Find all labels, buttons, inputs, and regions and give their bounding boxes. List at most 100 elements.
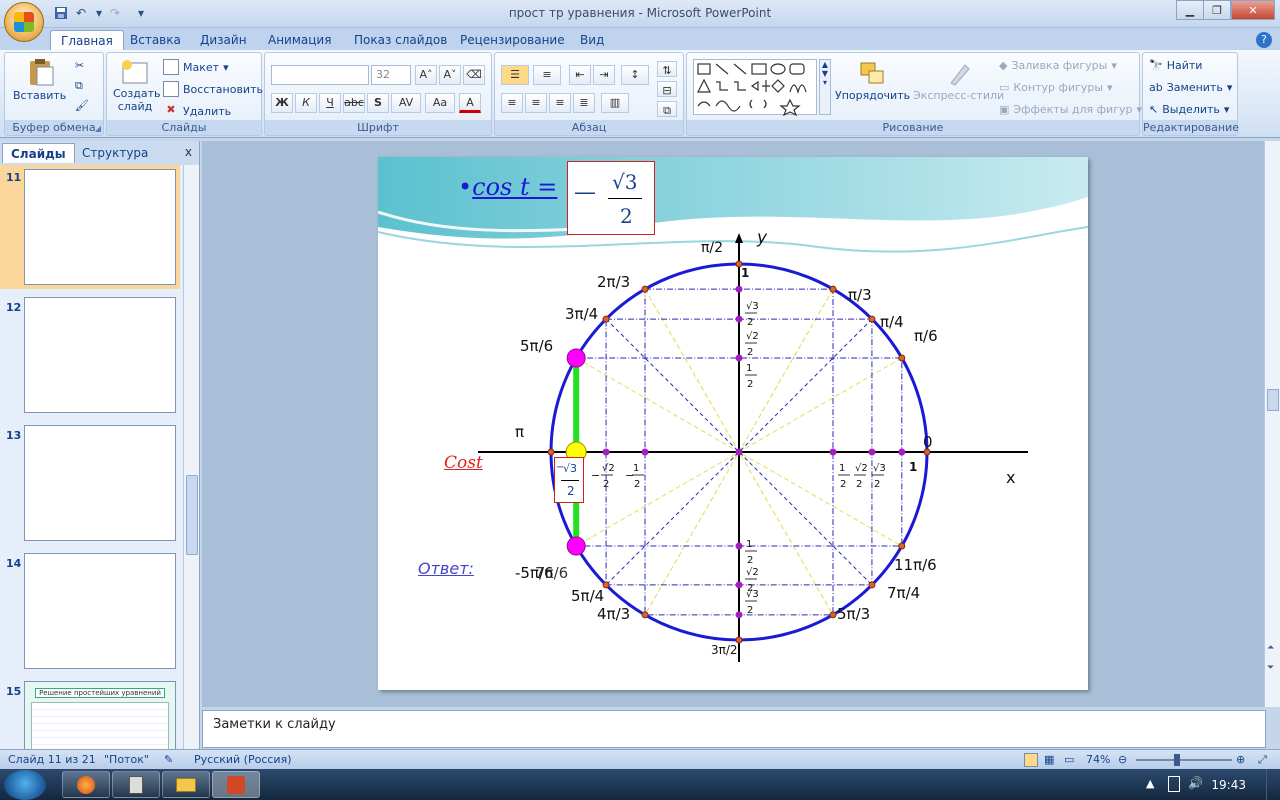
firefox-icon[interactable] bbox=[62, 771, 110, 798]
slide-thumbnail-13[interactable] bbox=[24, 425, 176, 541]
status-bar: Слайд 11 из 21 "Поток" ✎ Русский (Россия… bbox=[0, 749, 1280, 769]
label-7pi6: 7π/6 bbox=[535, 564, 568, 582]
tab-home[interactable]: Главная bbox=[50, 30, 124, 50]
tab-slideshow[interactable]: Показ слайдов bbox=[344, 30, 457, 50]
office-button[interactable] bbox=[4, 2, 44, 42]
shape-effects-button[interactable]: ▣ Эффекты для фигур ▾ bbox=[999, 103, 1142, 116]
new-slide-button[interactable]: Создать слайд bbox=[113, 57, 161, 113]
tray-arrow-icon[interactable]: ▲ bbox=[1146, 777, 1154, 790]
calculator-icon[interactable] bbox=[112, 771, 160, 798]
scroll-thumb[interactable] bbox=[186, 475, 198, 555]
delete-slide-button[interactable]: ✖ Удалить bbox=[163, 103, 231, 119]
powerpoint-icon[interactable] bbox=[212, 771, 260, 798]
slide-thumbnail-15[interactable]: Решение простейших уравнений bbox=[24, 681, 176, 749]
smartart-button[interactable]: ⧉ bbox=[657, 101, 677, 117]
copy-icon[interactable]: ⧉ bbox=[75, 79, 83, 93]
help-icon[interactable]: ? bbox=[1256, 32, 1272, 48]
frac-y-sqrt3-den: 2 bbox=[747, 317, 753, 328]
line-spacing-button[interactable]: ↕ bbox=[621, 65, 649, 85]
tab-slides[interactable]: Слайды bbox=[2, 143, 75, 163]
normal-view-icon[interactable] bbox=[1024, 753, 1038, 767]
decrease-indent-button[interactable]: ⇤ bbox=[569, 65, 591, 85]
justify-button[interactable]: ≣ bbox=[573, 93, 595, 113]
underline-button[interactable]: Ч bbox=[319, 93, 341, 113]
align-left-button[interactable]: ≡ bbox=[501, 93, 523, 113]
layout-button[interactable]: Макет ▾ bbox=[163, 59, 229, 75]
fit-slide-icon[interactable]: ⤢ bbox=[1258, 753, 1267, 767]
select-button[interactable]: ↖ Выделить ▾ bbox=[1149, 103, 1229, 116]
find-button[interactable]: 🔭 Найти bbox=[1149, 59, 1202, 72]
shape-fill-button[interactable]: ◆ Заливка фигуры ▾ bbox=[999, 59, 1117, 72]
shadow-button[interactable]: S bbox=[367, 93, 389, 113]
bold-button[interactable]: Ж bbox=[271, 93, 293, 113]
clipboard-launcher-icon[interactable]: ◢ bbox=[95, 124, 101, 133]
tray-device-icon[interactable] bbox=[1168, 776, 1180, 792]
slide-thumbnail-12[interactable] bbox=[24, 297, 176, 413]
slide-thumbnail-11[interactable] bbox=[24, 169, 176, 285]
align-center-button[interactable]: ≡ bbox=[525, 93, 547, 113]
zoom-in-icon[interactable]: ⊕ bbox=[1236, 753, 1245, 766]
neg-sqrt3-over-2-box: − √3 2 bbox=[554, 457, 584, 503]
spellcheck-icon[interactable]: ✎ bbox=[164, 753, 173, 766]
tab-review[interactable]: Рецензирование bbox=[450, 30, 575, 50]
slides-pane-scrollbar[interactable] bbox=[183, 165, 199, 749]
language[interactable]: Русский (Россия) bbox=[194, 753, 292, 766]
slide-thumbnail-14[interactable] bbox=[24, 553, 176, 669]
close-button[interactable]: ✕ bbox=[1231, 0, 1275, 20]
maximize-button[interactable]: ❐ bbox=[1203, 0, 1231, 20]
spacing-button[interactable]: AV bbox=[391, 93, 421, 113]
editor-scrollbar[interactable]: ⏶ ⏷ bbox=[1264, 141, 1280, 707]
bullets-button[interactable]: ☰ bbox=[501, 65, 529, 85]
slide-canvas[interactable]: y x π/2 3π/2 π 0 1 1 π/3 π/4 π/6 2π/3 3π/4 5π/6 11π/6 7… bbox=[378, 157, 1088, 690]
outline-icon: ▭ bbox=[999, 81, 1010, 94]
align-text-button[interactable]: ⊟ bbox=[657, 81, 677, 97]
slides-pane: Слайды Структура x 11 12 13 14 15 Решени… bbox=[0, 141, 200, 749]
zoom-level[interactable]: 74% bbox=[1086, 753, 1110, 766]
shapes-gallery[interactable] bbox=[693, 59, 817, 117]
paste-button[interactable]: Вставить bbox=[13, 57, 66, 102]
tab-outline[interactable]: Структура bbox=[74, 143, 156, 163]
font-size-input[interactable]: 32 bbox=[371, 65, 411, 85]
minimize-button[interactable]: ▁ bbox=[1176, 0, 1204, 20]
explorer-icon[interactable] bbox=[162, 771, 210, 798]
cut-icon[interactable]: ✂ bbox=[75, 59, 84, 72]
shape-outline-button[interactable]: ▭ Контур фигуры ▾ bbox=[999, 81, 1113, 94]
case-button[interactable]: Aa bbox=[425, 93, 455, 113]
arrange-button[interactable]: Упорядочить bbox=[835, 57, 910, 102]
shrink-font-button[interactable]: A˅ bbox=[439, 65, 461, 85]
font-name-input[interactable] bbox=[271, 65, 369, 85]
align-right-button[interactable]: ≡ bbox=[549, 93, 571, 113]
fraction-bar bbox=[608, 198, 642, 199]
show-desktop-button[interactable] bbox=[1266, 769, 1280, 800]
columns-button[interactable]: ▥ bbox=[601, 93, 629, 113]
slide-sorter-icon[interactable]: ▦ bbox=[1044, 753, 1054, 766]
text-direction-button[interactable]: ⇅ bbox=[657, 61, 677, 77]
tab-insert[interactable]: Вставка bbox=[120, 30, 191, 50]
zoom-slider[interactable] bbox=[1136, 759, 1232, 761]
prev-slide-icon[interactable]: ⏶ bbox=[1267, 643, 1274, 653]
notes-pane[interactable]: Заметки к слайду bbox=[202, 710, 1266, 748]
clear-format-button[interactable]: ⌫ bbox=[463, 65, 485, 85]
reset-button[interactable]: Восстановить bbox=[163, 81, 263, 97]
increase-indent-button[interactable]: ⇥ bbox=[593, 65, 615, 85]
strikethrough-button[interactable]: abc bbox=[343, 93, 365, 113]
start-button[interactable] bbox=[4, 770, 46, 800]
next-slide-icon[interactable]: ⏷ bbox=[1267, 663, 1274, 673]
format-painter-icon[interactable]: 🖌 bbox=[75, 99, 89, 112]
tab-view[interactable]: Вид bbox=[570, 30, 614, 50]
tab-design[interactable]: Дизайн bbox=[190, 30, 257, 50]
quick-styles-button[interactable]: Экспресс-стили bbox=[913, 57, 1004, 102]
shapes-gallery-more-icon[interactable]: ▲ ▼ ▾ bbox=[819, 59, 831, 115]
volume-icon[interactable]: 🔊 bbox=[1188, 776, 1203, 790]
italic-button[interactable]: К bbox=[295, 93, 317, 113]
grow-font-button[interactable]: A˄ bbox=[415, 65, 437, 85]
slideshow-icon[interactable]: ▭ bbox=[1064, 753, 1074, 766]
tab-animation[interactable]: Анимация bbox=[258, 30, 341, 50]
zoom-out-icon[interactable]: ⊖ bbox=[1118, 753, 1127, 766]
editor-scroll-thumb[interactable] bbox=[1267, 389, 1279, 411]
numbering-button[interactable]: ≡ bbox=[533, 65, 561, 85]
pane-close-icon[interactable]: x bbox=[185, 145, 192, 159]
font-color-button[interactable]: A bbox=[459, 93, 481, 113]
replace-button[interactable]: ab Заменить ▾ bbox=[1149, 81, 1232, 94]
zoom-slider-thumb[interactable] bbox=[1174, 754, 1180, 766]
